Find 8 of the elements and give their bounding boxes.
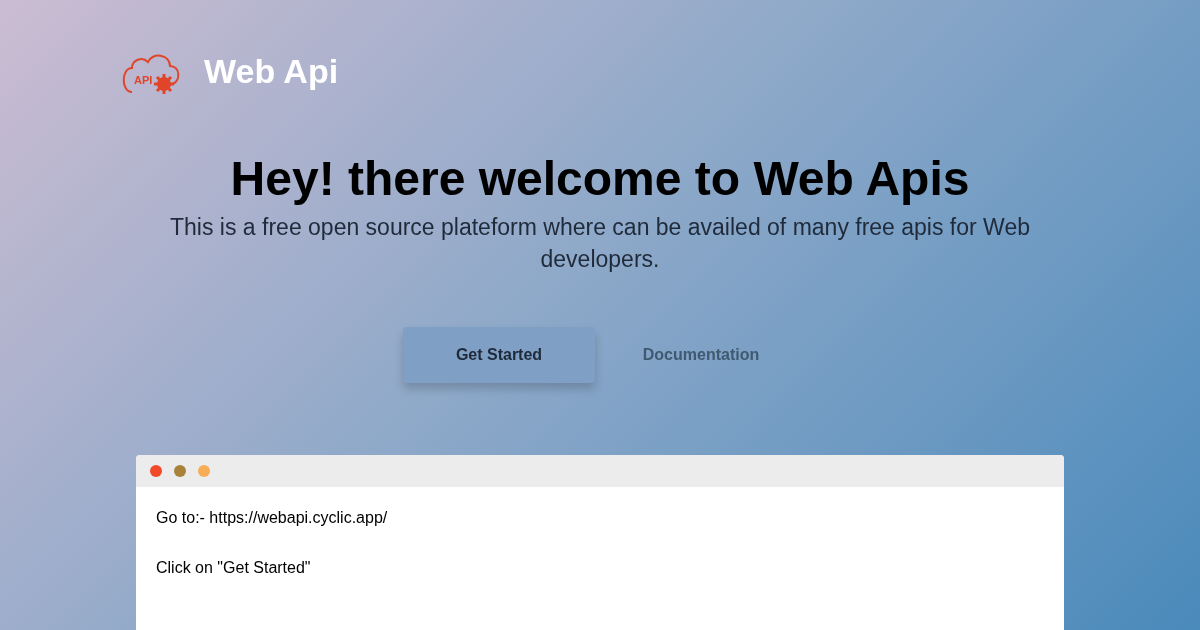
hero-heading: Hey! there welcome to Web Apis — [230, 151, 970, 207]
get-started-button[interactable]: Get Started — [403, 327, 595, 383]
documentation-link[interactable]: Documentation — [605, 327, 797, 383]
site-title: Web Api — [204, 51, 339, 92]
instruction-text: Go to:- https://webapi.cyclic.app/ — [156, 509, 389, 527]
instruction-text: Click on "Get Started" — [156, 559, 312, 577]
logo-text: API — [134, 74, 153, 86]
hero-subtitle: This is a free open source plateform where can be availed of many free apis for Web developers. — [169, 213, 1031, 274]
